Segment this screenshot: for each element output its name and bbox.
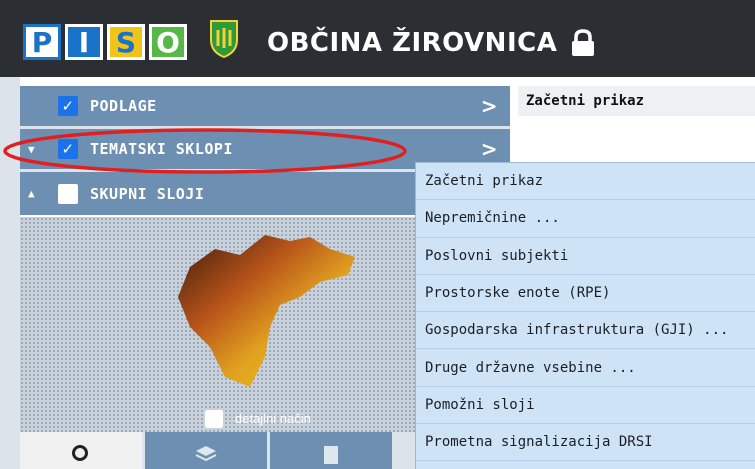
menu-item-zacetni-prikaz[interactable]: Začetni prikaz (416, 163, 755, 201)
tab-document[interactable] (270, 432, 392, 469)
layer-group-podlage[interactable]: PODLAGE > (20, 86, 510, 126)
menu-item-prostorske-enote[interactable]: Prostorske enote (RPE) (416, 275, 755, 313)
municipality-title: OBČINA ŽIROVNICA (267, 28, 558, 58)
logo-letter: O (149, 24, 187, 60)
tab-layers[interactable] (145, 432, 267, 469)
municipality-crest-icon (210, 20, 238, 58)
logo-letter: I (65, 24, 103, 60)
lock-icon[interactable] (570, 29, 596, 57)
expand-up-icon[interactable]: ▲ (28, 187, 35, 200)
skupni-sloji-checkbox[interactable] (58, 184, 78, 204)
chevron-right-icon[interactable]: > (481, 94, 498, 118)
search-icon (72, 445, 88, 461)
view-selector-header[interactable]: Začetni prikaz (518, 86, 755, 116)
layer-group-label: SKUPNI SLOJI (90, 184, 205, 203)
tematski-sklopi-checkbox[interactable] (58, 139, 78, 159)
municipality-map-thumbnail (178, 235, 355, 387)
logo-letter: S (107, 24, 145, 60)
menu-item-druge-drzavne-vsebine[interactable]: Druge državne vsebine ... (416, 349, 755, 387)
layer-group-label: PODLAGE (90, 97, 157, 115)
document-icon (324, 446, 338, 464)
layers-icon (195, 446, 217, 462)
menu-item-gospodarska-infrastruktura[interactable]: Gospodarska infrastruktura (GJI) ... (416, 312, 755, 350)
chevron-right-icon[interactable]: > (481, 137, 498, 161)
logo-letter: P (23, 24, 61, 60)
right-panel-body (518, 116, 755, 166)
detail-mode-label: detajlni način (235, 411, 311, 426)
layer-group-label: TEMATSKI SKLOPI (90, 140, 233, 158)
menu-item-prometna-signalizacija[interactable]: Prometna signalizacija DRSI (416, 424, 755, 462)
overview-map[interactable] (20, 217, 415, 432)
tab-search[interactable] (20, 432, 142, 469)
piso-logo[interactable]: P I S O (23, 24, 187, 60)
podlage-checkbox[interactable] (58, 96, 78, 116)
menu-item-poslovni-subjekti[interactable]: Poslovni subjekti (416, 238, 755, 275)
collapse-icon[interactable]: ▼ (28, 143, 35, 156)
menu-item-nepremicnine[interactable]: Nepremičnine ... (416, 200, 755, 238)
app-header: P I S O OBČINA ŽIROVNICA (0, 0, 755, 77)
left-panel-edge (0, 77, 20, 469)
bottom-tab-bar (20, 432, 415, 469)
thematic-dropdown-menu: Začetni prikaz Nepremičnine ... Poslovni… (415, 162, 755, 469)
detail-mode-checkbox[interactable] (205, 410, 223, 428)
menu-item-pomozni-sloji[interactable]: Pomožni sloji (416, 387, 755, 425)
